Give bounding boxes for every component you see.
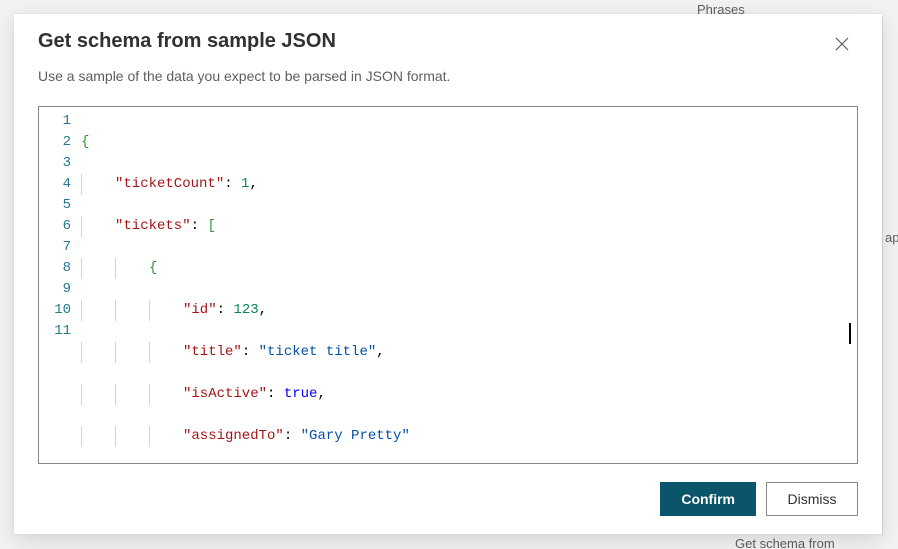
close-button[interactable] <box>826 28 858 60</box>
code-token: "Gary Pretty" <box>301 428 410 444</box>
editor-cursor-mark <box>849 323 855 344</box>
dialog-title: Get schema from sample JSON <box>38 30 336 53</box>
json-editor[interactable]: 1234567891011 { "ticketCount": 1, "ticke… <box>38 106 858 464</box>
code-area[interactable]: { "ticketCount": 1, "tickets": [ { "id":… <box>79 107 857 463</box>
code-token: , <box>376 344 384 360</box>
schema-dialog: Get schema from sample JSON Use a sample… <box>14 14 882 534</box>
code-token: { <box>81 134 89 150</box>
code-token: "isActive" <box>183 386 267 402</box>
code-token: , <box>317 386 325 402</box>
code-token: [ <box>207 218 215 234</box>
dismiss-button[interactable]: Dismiss <box>766 482 858 516</box>
dialog-header: Get schema from sample JSON <box>14 14 882 60</box>
code-token: , <box>259 302 267 318</box>
code-token: "id" <box>183 302 217 318</box>
code-token: "ticket title" <box>259 344 377 360</box>
code-token: "assignedTo" <box>183 428 284 444</box>
close-icon <box>835 37 849 51</box>
code-token: : <box>217 302 234 318</box>
code-token: : <box>267 386 284 402</box>
background-text-ap: ap <box>885 230 898 245</box>
code-token: "tickets" <box>115 218 191 234</box>
code-token: true <box>284 386 318 402</box>
code-token: : <box>191 218 208 234</box>
code-token: { <box>149 260 157 276</box>
code-token: , <box>249 176 257 192</box>
line-gutter: 1234567891011 <box>39 107 79 463</box>
background-text-getschema: Get schema from <box>735 536 835 549</box>
code-token: : <box>242 344 259 360</box>
code-token: "ticketCount" <box>115 176 224 192</box>
code-token: : <box>284 428 301 444</box>
background-divider <box>882 16 883 536</box>
confirm-button[interactable]: Confirm <box>660 482 756 516</box>
code-token: 123 <box>233 302 258 318</box>
code-token: "title" <box>183 344 242 360</box>
dialog-footer: Confirm Dismiss <box>14 464 882 534</box>
code-token: : <box>224 176 241 192</box>
dialog-subtitle: Use a sample of the data you expect to b… <box>14 60 882 84</box>
